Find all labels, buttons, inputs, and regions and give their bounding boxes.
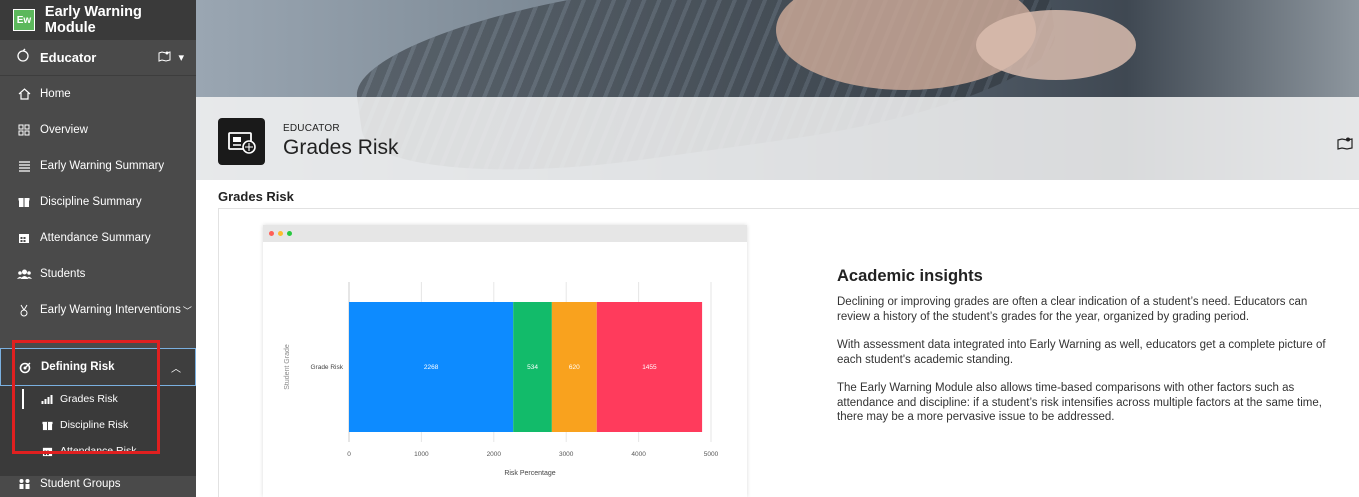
calendar-icon [40, 446, 54, 457]
window-title-bar [263, 225, 747, 242]
x-tick-label: 1000 [414, 451, 429, 458]
sidebar-subitem-label: Discipline Risk [60, 419, 129, 431]
sidebar-item-early-warning-interventions[interactable]: Early Warning Interventions ﹀ [0, 292, 196, 328]
category-label: Grade Risk [310, 364, 343, 371]
insights-title: Academic insights [837, 267, 983, 285]
map-pin-icon[interactable] [1337, 136, 1353, 154]
home-icon [16, 88, 32, 100]
sidebar-item-discipline-summary[interactable]: Discipline Summary [0, 184, 196, 220]
sidebar-item-label: Overview [40, 124, 88, 136]
banner-hand-image [976, 10, 1136, 80]
grades-risk-chart: 0 1000 2000 3000 4000 5000 2268 534 620 1455 Grade… [284, 282, 719, 477]
sidebar-item-label: Discipline Summary [40, 196, 142, 208]
sidebar-subitem-discipline-risk[interactable]: Discipline Risk [0, 412, 196, 438]
window-minimize-dot [278, 231, 283, 236]
x-tick-label: 2000 [487, 451, 502, 458]
bar-value-label: 1455 [642, 364, 657, 371]
calendar-icon [16, 232, 32, 244]
sidebar-subitem-label: Attendance Risk [60, 445, 137, 457]
page-title: Grades Risk [283, 136, 399, 159]
sidebar-item-label: Student Groups [40, 478, 121, 490]
chevron-up-icon[interactable]: ︿ [171, 360, 181, 375]
page-eyebrow: EDUCATOR [283, 123, 340, 134]
app-title: Early Warning Module [44, 4, 142, 36]
target-icon [17, 361, 33, 374]
page-header: EDUCATOR Grades Risk [218, 118, 399, 165]
group-icon [16, 478, 32, 490]
sidebar-item-label: Home [40, 88, 71, 100]
insights-panel: Academic insights Declining or improving… [837, 267, 1337, 439]
defining-risk-submenu: Grades Risk Discipline Risk Attendance R… [0, 386, 196, 476]
x-tick-label: 4000 [631, 451, 646, 458]
gift-icon [16, 196, 32, 208]
sidebar-item-attendance-summary[interactable]: Attendance Summary [0, 220, 196, 256]
bar-value-label: 620 [569, 364, 580, 371]
sidebar-item-label: Early Warning Interventions [40, 304, 181, 316]
insights-paragraph: The Early Warning Module also allows tim… [837, 382, 1322, 423]
map-icon[interactable] [158, 50, 171, 65]
section-title: Grades Risk [218, 189, 294, 204]
chevron-down-icon: ﹀ [182, 305, 192, 316]
sidebar-item-home[interactable]: Home [0, 76, 196, 112]
sidebar-item-student-groups[interactable]: Student Groups [0, 466, 196, 497]
sidebar-subitem-grades-risk[interactable]: Grades Risk [0, 386, 196, 412]
sidebar-item-label: Attendance Summary [40, 232, 151, 244]
x-tick-label: 5000 [704, 451, 719, 458]
sidebar-subitem-label: Grades Risk [60, 393, 118, 405]
sidebar-subitem-attendance-risk[interactable]: Attendance Risk [0, 438, 196, 464]
app-logo-icon: Ew [13, 9, 35, 31]
x-tick-label: 0 [347, 451, 351, 458]
role-controls[interactable]: ▾ [158, 50, 184, 65]
bar-value-label: 2268 [424, 364, 439, 371]
window-zoom-dot [287, 231, 292, 236]
sidebar-item-defining-risk[interactable]: Defining Risk ︿ [0, 348, 196, 386]
gift-icon [40, 420, 54, 431]
window-close-dot [269, 231, 274, 236]
x-tick-label: 3000 [559, 451, 574, 458]
bar-value-label: 534 [527, 364, 538, 371]
grid-icon [16, 124, 32, 136]
x-axis-label: Risk Percentage [504, 470, 555, 477]
sidebar: Ew Early Warning Module Educator ▾ Home … [0, 0, 196, 497]
caret-down-icon[interactable]: ▾ [178, 51, 184, 64]
sidebar-item-students[interactable]: Students [0, 256, 196, 292]
y-axis-label: Student Grade [284, 344, 291, 390]
grades-risk-icon [218, 118, 265, 165]
chart-window: 0 1000 2000 3000 4000 5000 2268 534 620 1455 Grade… [263, 225, 747, 497]
sidebar-item-label: Defining Risk [41, 361, 115, 373]
brand-header[interactable]: Ew Early Warning Module [0, 0, 196, 40]
chart-icon [40, 394, 54, 404]
insights-paragraph: With assessment data integrated into Ear… [837, 339, 1326, 366]
medal-icon [16, 304, 32, 317]
sidebar-item-early-warning-summary[interactable]: Early Warning Summary [0, 148, 196, 184]
sidebar-item-label: Students [40, 268, 86, 280]
users-icon [16, 268, 32, 280]
educator-icon [16, 48, 30, 67]
insights-paragraph: Declining or improving grades are often … [837, 296, 1308, 323]
role-switcher[interactable]: Educator ▾ [0, 40, 196, 76]
role-name: Educator [40, 50, 97, 65]
sidebar-item-label: Early Warning Summary [40, 160, 165, 172]
list-icon [16, 160, 32, 172]
sidebar-item-overview[interactable]: Overview [0, 112, 196, 148]
